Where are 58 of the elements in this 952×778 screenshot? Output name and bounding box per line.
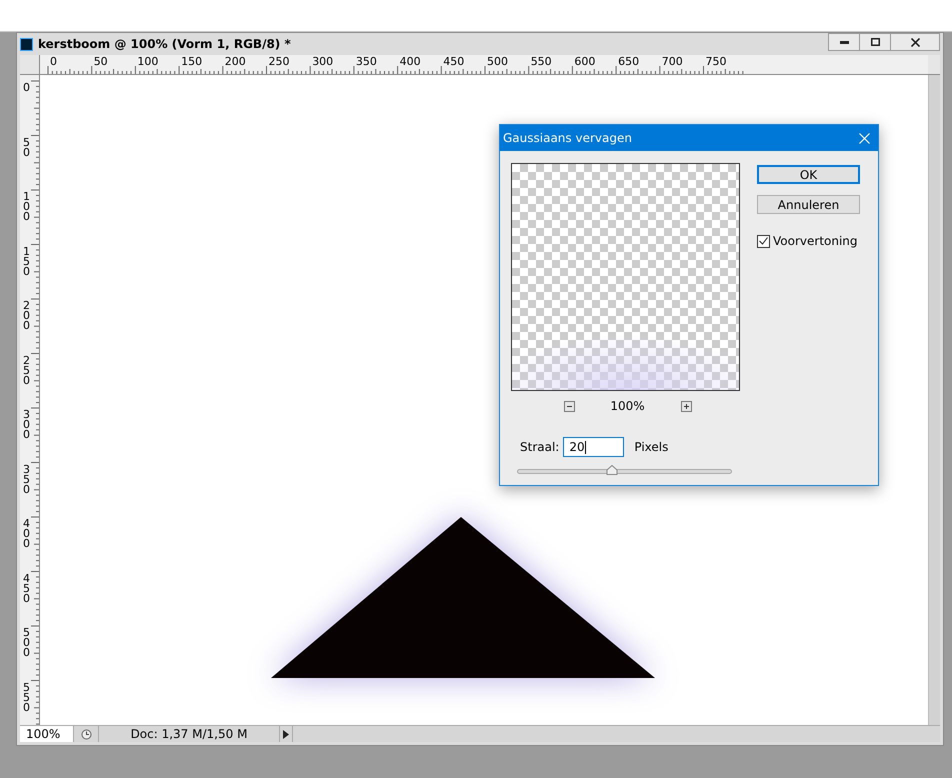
radius-label: Straal: [520,439,560,456]
preview-checkbox[interactable]: Voorvertoning [757,232,860,250]
close-icon [910,38,920,46]
app-icon [20,38,33,50]
ruler-label: 200 [224,56,246,68]
checkbox[interactable] [757,234,770,248]
status-icon-button[interactable] [73,726,99,742]
radius-input[interactable]: 20 [563,437,624,457]
ruler-label: 50 [23,138,30,158]
scrollbar[interactable] [928,75,940,725]
ruler-label: 500 [23,628,30,658]
clock-icon [80,728,92,740]
close-button[interactable] [890,33,940,51]
slider-thumb[interactable] [606,465,618,475]
checkmark-icon [759,237,768,245]
zoom-field[interactable]: 100% [20,726,73,742]
zoom-level: 100% [609,398,646,415]
dialog-button[interactable]: OK [757,165,860,184]
document-size: Doc: 1,37 M/1,50 M [130,726,248,743]
dialog-button[interactable]: Annuleren [757,195,860,214]
ruler-label: 550 [530,56,552,68]
ruler-label: 350 [23,464,30,494]
ruler-label: 50 [94,56,108,68]
ruler-label: 750 [706,56,726,68]
window-title: kerstboom @ 100% (Vorm 1, RGB/8) * [38,36,291,53]
close-icon[interactable] [859,132,870,144]
ruler-label: 0 [23,83,30,93]
ruler-label: 450 [23,574,30,604]
ruler-label: 100 [23,192,30,222]
ruler-label: 300 [23,410,30,440]
ruler-label: 550 [23,682,30,712]
ruler-label: 250 [23,356,30,386]
ruler-label: 300 [312,56,334,68]
minimize-icon [840,40,848,44]
unit-label: Pixels [634,439,668,456]
play-arrow-icon [283,730,289,738]
ruler-label: 500 [487,56,508,68]
dialog-title: Gaussiaans vervagen [503,130,632,147]
ruler-label: 350 [356,56,377,68]
zoom-in-button[interactable] [680,400,692,412]
ruler-label: 400 [23,519,30,549]
ruler-label: 200 [23,301,30,331]
ruler-label: 250 [268,56,290,68]
plus-icon [684,404,688,408]
ruler-label: 0 [50,56,57,68]
ruler-label: 650 [618,56,640,68]
maximize-icon [870,38,880,46]
zoom-out-button[interactable] [564,400,574,412]
ruler-label: 450 [443,56,464,68]
maximize-button[interactable] [860,33,890,51]
ruler-label: 150 [181,56,202,68]
ruler-label: 400 [400,56,421,68]
ruler-label: 100 [137,56,158,68]
ruler-label: 150 [23,246,30,276]
minimize-button[interactable] [828,33,860,51]
ruler-label: 700 [662,56,683,68]
status-menu-button[interactable] [279,726,293,742]
ruler-label: 600 [574,56,596,68]
